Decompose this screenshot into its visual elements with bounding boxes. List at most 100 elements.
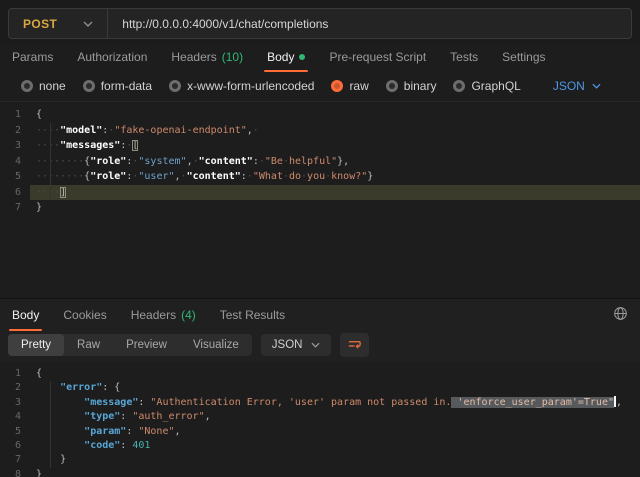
- tab-authorization[interactable]: Authorization: [77, 50, 147, 72]
- mode-label: raw: [349, 79, 368, 93]
- view-visualize[interactable]: Visualize: [180, 334, 252, 356]
- request-language-select[interactable]: JSON: [553, 79, 601, 93]
- code-line[interactable]: 4········{"role":·"system",·"content":·"…: [0, 154, 640, 170]
- request-language-label: JSON: [553, 79, 585, 93]
- tab-body[interactable]: Body: [12, 308, 39, 331]
- line-number: 1: [0, 107, 30, 123]
- code-line[interactable]: 4 "type": "auth_error",: [0, 410, 640, 424]
- response-language-label: JSON: [272, 339, 303, 351]
- view-preview[interactable]: Preview: [113, 334, 180, 356]
- radio-icon: [21, 80, 33, 92]
- body-mode-binary[interactable]: binary: [386, 79, 437, 93]
- line-number: 1: [0, 367, 30, 381]
- tab-settings[interactable]: Settings: [502, 50, 545, 72]
- code-content: {: [30, 367, 640, 381]
- response-language-select[interactable]: JSON: [261, 334, 332, 356]
- indent-guide: [50, 381, 51, 468]
- chevron-down-icon: [592, 83, 601, 89]
- tab-pre-request-script[interactable]: Pre-request Script: [329, 50, 426, 72]
- code-line[interactable]: 6 "code": 401: [0, 439, 640, 453]
- line-number: 3: [0, 138, 30, 154]
- code-line[interactable]: 7}: [0, 200, 640, 216]
- code-content: "type": "auth_error",: [30, 410, 640, 424]
- line-number: 2: [0, 123, 30, 139]
- url-bar: POST http://0.0.0.0:4000/v1/chat/complet…: [8, 8, 632, 39]
- indent-guide: [50, 123, 51, 200]
- code-content: "error": {: [30, 381, 640, 395]
- mode-label: none: [39, 79, 66, 93]
- code-content: ····]: [30, 185, 640, 201]
- code-content: ····"model":·"fake-openai-endpoint",·: [30, 123, 640, 139]
- unsaved-dot-icon: [299, 54, 305, 60]
- code-content: ········{"role":·"user",·"content":·"Wha…: [30, 169, 640, 185]
- count-badge: (4): [181, 308, 196, 322]
- mode-label: binary: [404, 79, 437, 93]
- code-content: "message": "Authentication Error, 'user'…: [30, 396, 640, 410]
- method-selector[interactable]: POST: [9, 17, 107, 31]
- tab-cookies[interactable]: Cookies: [63, 308, 106, 331]
- code-content: }: [30, 453, 640, 467]
- body-mode-x-www-form-urlencoded[interactable]: x-www-form-urlencoded: [169, 79, 314, 93]
- mode-label: GraphQL: [471, 79, 520, 93]
- tab-test-results[interactable]: Test Results: [220, 308, 285, 331]
- code-content: ········{"role":·"system",·"content":·"B…: [30, 154, 640, 170]
- chevron-down-icon: [83, 21, 93, 27]
- code-line[interactable]: 8}: [0, 468, 640, 477]
- request-url-bar-section: POST http://0.0.0.0:4000/v1/chat/complet…: [0, 0, 640, 44]
- view-pretty[interactable]: Pretty: [8, 334, 64, 356]
- body-mode-none[interactable]: none: [21, 79, 66, 93]
- tab-label: Body: [12, 308, 39, 322]
- radio-icon: [453, 80, 465, 92]
- tab-label: Headers: [131, 308, 176, 322]
- tab-label: Authorization: [77, 50, 147, 64]
- url-input[interactable]: http://0.0.0.0:4000/v1/chat/completions: [108, 17, 328, 31]
- mode-label: form-data: [101, 79, 152, 93]
- line-number: 5: [0, 425, 30, 439]
- chevron-down-icon: [311, 342, 320, 348]
- globe-icon[interactable]: [613, 306, 628, 321]
- line-number: 3: [0, 396, 30, 410]
- code-line[interactable]: 1{: [0, 367, 640, 381]
- mode-label: x-www-form-urlencoded: [187, 79, 314, 93]
- code-line[interactable]: 5········{"role":·"user",·"content":·"Wh…: [0, 169, 640, 185]
- code-content: }: [30, 200, 640, 216]
- body-mode-raw[interactable]: raw: [331, 79, 368, 93]
- body-mode-form-data[interactable]: form-data: [83, 79, 152, 93]
- wrap-text-button[interactable]: [340, 333, 369, 357]
- line-number: 2: [0, 381, 30, 395]
- code-content: {: [30, 107, 640, 123]
- request-body-editor[interactable]: 1{2····"model":·"fake-openai-endpoint",·…: [0, 102, 640, 298]
- radio-icon: [83, 80, 95, 92]
- code-content: ····"messages":·[: [30, 138, 640, 154]
- code-line[interactable]: 5 "param": "None",: [0, 425, 640, 439]
- code-content: "code": 401: [30, 439, 640, 453]
- code-line[interactable]: 6····]: [0, 185, 640, 201]
- code-line[interactable]: 2····"model":·"fake-openai-endpoint",·: [0, 123, 640, 139]
- code-line[interactable]: 1{: [0, 107, 640, 123]
- line-number: 6: [0, 439, 30, 453]
- radio-icon: [169, 80, 181, 92]
- code-line[interactable]: 2 "error": {: [0, 381, 640, 395]
- radio-icon: [331, 80, 343, 92]
- tab-label: Test Results: [220, 308, 285, 322]
- count-badge: (10): [222, 50, 243, 64]
- code-line[interactable]: 3 "message": "Authentication Error, 'use…: [0, 396, 640, 410]
- tab-label: Params: [12, 50, 53, 64]
- response-body-editor[interactable]: 1{2 "error": {3 "message": "Authenticati…: [0, 362, 640, 477]
- tab-label: Tests: [450, 50, 478, 64]
- code-line[interactable]: 7 }: [0, 453, 640, 467]
- response-toolbar: PrettyRawPreviewVisualize JSON: [0, 331, 640, 362]
- tab-tests[interactable]: Tests: [450, 50, 478, 72]
- view-raw[interactable]: Raw: [64, 334, 113, 356]
- body-mode-graphql[interactable]: GraphQL: [453, 79, 520, 93]
- code-line[interactable]: 3····"messages":·[: [0, 138, 640, 154]
- line-number: 7: [0, 453, 30, 467]
- tab-params[interactable]: Params: [12, 50, 53, 72]
- line-number: 6: [0, 185, 30, 201]
- tab-headers[interactable]: Headers (10): [171, 50, 243, 72]
- radio-icon: [386, 80, 398, 92]
- tab-headers[interactable]: Headers (4): [131, 308, 196, 331]
- response-tabs: Body Cookies Headers (4) Test Results: [0, 298, 640, 331]
- tab-body[interactable]: Body: [267, 50, 305, 72]
- tab-label: Headers: [171, 50, 216, 64]
